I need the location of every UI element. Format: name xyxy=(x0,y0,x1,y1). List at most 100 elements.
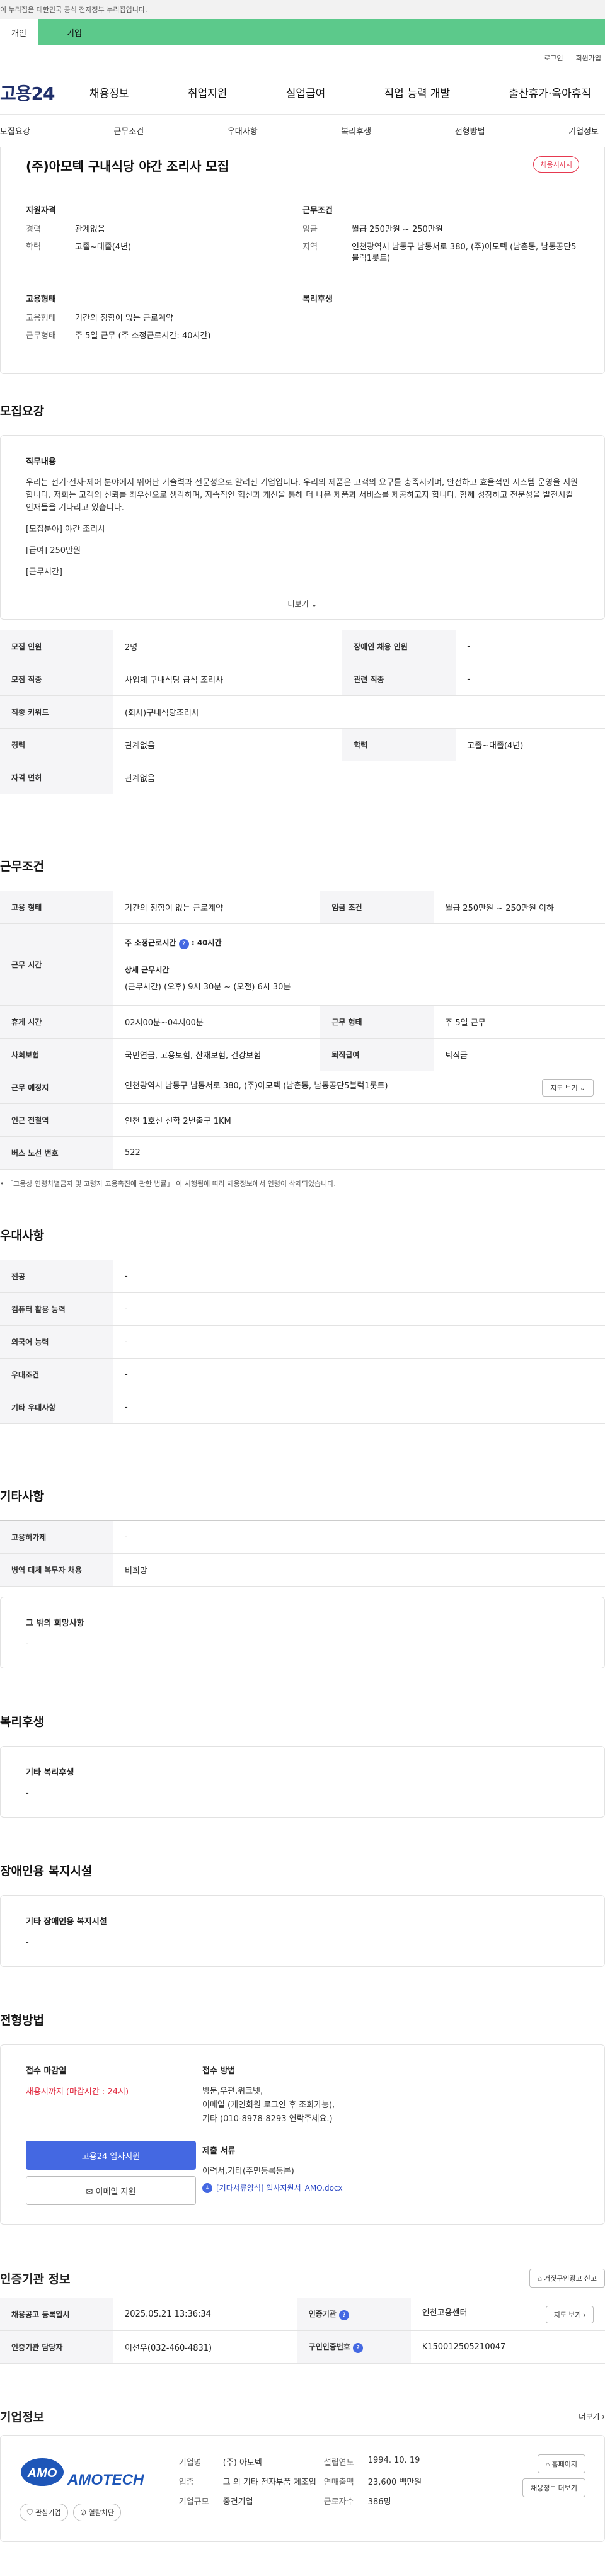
table-value: 관계없음 xyxy=(113,728,343,761)
method-line: 이메일 (개인회원 로그인 후 조회가능), xyxy=(202,2100,335,2110)
table-value: 522 xyxy=(113,1136,605,1170)
hours-week: 주 소정근로시간 ? : 40시간 xyxy=(125,937,594,949)
table-key: 컴퓨터 활용 능력 xyxy=(0,1292,113,1326)
gnb-item-jobs[interactable]: 채용정보 xyxy=(76,84,143,100)
mail-icon: ✉ xyxy=(86,2187,93,2197)
desc-paragraph: [급여] 250만원 xyxy=(26,546,81,556)
summary-row: 학력 고졸~대졸(4년) xyxy=(26,242,302,253)
docs-heading: 제출 서류 xyxy=(202,2146,236,2156)
favorite-company-button[interactable]: ♡ 관심기업 xyxy=(20,2504,68,2521)
method-heading: 접수 방법 xyxy=(202,2066,236,2076)
summary-key: 학력 xyxy=(26,242,41,252)
cert-org-cell: 인천고용센터 지도 보기 › xyxy=(410,2298,605,2331)
other-wishes-card: 그 밖의 희망사항 - xyxy=(0,1597,605,1668)
gnb-item-training[interactable]: 직업 능력 개발 xyxy=(371,84,464,100)
welfare-card: 기타 복리후생 - xyxy=(0,1746,605,1818)
job-description-card: 직무내용 우리는 전기·전자·제어 분야에서 뛰어난 기술력과 전문성으로 알려… xyxy=(0,435,605,620)
table-key: 모집 직종 xyxy=(0,663,113,696)
table-key: 자격 면허 xyxy=(0,761,113,794)
attachment-link[interactable]: ↓ [기타서류양식] 입사지원서_AMO.docx xyxy=(202,2182,579,2193)
summary-value: 고졸~대졸(4년) xyxy=(75,242,132,252)
map-button[interactable]: 지도 보기 › xyxy=(545,2305,594,2323)
map-button[interactable]: 지도 보기 ⌄ xyxy=(542,1078,594,1097)
table-value: 사업체 구내식당 급식 조리사 xyxy=(113,663,343,696)
table-key: 퇴직급여 xyxy=(320,1038,434,1071)
info-icon[interactable]: ? xyxy=(178,939,189,949)
global-nav: 고용24 채용정보 취업지원 실업급여 직업 능력 개발 출산휴가·육아휴직 xyxy=(0,71,605,115)
company-name: (주) 아모텍 xyxy=(222,2458,262,2468)
block-company-button[interactable]: ⊘ 열람차단 xyxy=(72,2504,122,2521)
login-link[interactable]: 로그인 xyxy=(544,53,563,63)
company-size: 중견기업 xyxy=(222,2497,253,2507)
table-key: 관련 직종 xyxy=(342,663,456,696)
email-apply-label: 이메일 지원 xyxy=(95,2187,136,2197)
gov-banner: 이 누리집은 대한민국 공식 전자정부 누리집입니다. xyxy=(0,0,605,19)
anchor-apply[interactable]: 전형방법 xyxy=(455,125,485,137)
gnb-item-leave[interactable]: 출산휴가·육아휴직 xyxy=(495,84,605,100)
summary-key: 임금 xyxy=(302,225,318,234)
age-note-text: 「고용상 연령차별금지 및 고령자 고용촉진에 관한 법률」 이 시행됨에 따라… xyxy=(6,1180,336,1188)
anchor-welfare[interactable]: 복리후생 xyxy=(341,125,371,137)
summary-conditions: 근무조건 임금 월급 250만원 ~ 250만원 지역 인천광역시 남동구 남동서로… xyxy=(302,203,579,271)
docs: 이력서,기타(주민등록등본) xyxy=(202,2165,579,2179)
company-key: 근로자수 xyxy=(323,2497,354,2507)
apply-button[interactable]: 고용24 입사지원 xyxy=(26,2141,196,2170)
tab-company[interactable]: 기업 xyxy=(38,19,605,45)
table-row: 전공 - xyxy=(0,1260,605,1293)
table-row: 모집 인원 2명 장애인 채용 인원 - xyxy=(0,630,605,663)
anchor-pref[interactable]: 우대사항 xyxy=(228,125,258,137)
info-icon[interactable]: ? xyxy=(339,2310,350,2320)
gnb-item-employment-support[interactable]: 취업지원 xyxy=(174,84,241,100)
recruit-table: 모집 인원 2명 장애인 채용 인원 - 모집 직종 사업체 구내식당 급식 조리사 관련… xyxy=(0,630,605,794)
signup-link[interactable]: 회원가입 xyxy=(576,53,601,63)
table-value: 퇴직금 xyxy=(434,1038,605,1071)
section-heading-disabled: 장애인용 복지시설 xyxy=(0,1864,93,1878)
table-value: - xyxy=(113,1391,605,1424)
method-line: 방문,우편,워크넷, xyxy=(202,2087,263,2096)
table-key: 근무 시간 xyxy=(0,923,113,1006)
section-heading-work: 근무조건 xyxy=(0,860,44,874)
anchor-work[interactable]: 근무조건 xyxy=(113,125,144,137)
cert-org-value: 인천고용센터 xyxy=(422,2308,468,2318)
table-value: 2명 xyxy=(113,630,343,663)
table-row: 기타 우대사항 - xyxy=(0,1391,605,1424)
table-key: 외국어 능력 xyxy=(0,1325,113,1359)
anchor-company[interactable]: 기업정보 xyxy=(568,125,599,137)
table-key: 학력 xyxy=(342,728,456,761)
table-row: 자격 면허 관계없음 xyxy=(0,761,605,794)
hours-detail-value: (근무시간) (오후) 9시 30분 ~ (오전) 6시 30분 xyxy=(125,983,291,992)
email-apply-button[interactable]: ✉ 이메일 지원 xyxy=(26,2176,196,2205)
gnb-item-unemployment[interactable]: 실업급여 xyxy=(272,84,340,100)
apply-left: 접수 마감일 채용시까지 (마감시간 : 24시) 고용24 입사지원 ✉ 이메… xyxy=(26,2064,202,2205)
table-value: 02시00분~04시00분 xyxy=(113,1005,321,1039)
tab-personal[interactable]: 개인 xyxy=(0,19,38,45)
hours-detail-heading: 상세 근무시간 xyxy=(125,966,170,974)
summary-key: 고용형태 xyxy=(26,314,56,323)
table-value: 월급 250만원 ~ 250만원 이하 xyxy=(434,891,605,924)
summary-qualification: 지원자격 경력 관계없음 학력 고졸~대졸(4년) xyxy=(26,203,302,271)
table-value: K150012505210047 xyxy=(410,2330,605,2364)
company-more-link[interactable]: 더보기 › xyxy=(579,2411,605,2422)
place-cell: 인천광역시 남동구 남동서로 380, (주)아모텍 (남촌동, 남동공단5블럭… xyxy=(113,1071,605,1104)
table-row: 휴게 시간 02시00분~04시00분 근무 형태 주 5일 근무 xyxy=(0,1005,605,1039)
table-row: 모집 직종 사업체 구내식당 급식 조리사 관련 직종 - xyxy=(0,663,605,696)
table-row: 경력 관계없음 학력 고졸~대졸(4년) xyxy=(0,728,605,761)
report-button[interactable]: ⌂ 거짓구인광고 신고 xyxy=(529,2269,605,2288)
welfare-value: - xyxy=(26,1789,29,1798)
homepage-button[interactable]: ⌂ 홈페이지 xyxy=(537,2454,585,2473)
favorite-label: 관심기업 xyxy=(35,2509,61,2517)
company-employees: 386명 xyxy=(367,2497,391,2507)
company-card: AMO AMOTECH ♡ 관심기업 ⊘ 열람차단 기업명 (주) 아모텍 설립연… xyxy=(0,2435,605,2542)
anchor-recruit[interactable]: 모집요강 xyxy=(0,125,30,137)
homepage-label: 홈페이지 xyxy=(551,2461,577,2468)
more-button[interactable]: 더보기 ⌄ xyxy=(1,588,604,619)
utility-links: 로그인 회원가입 xyxy=(0,45,605,71)
more-jobs-button[interactable]: 채용정보 더보기 xyxy=(522,2478,585,2497)
summary-value: 주 5일 근무 (주 소정근로시간: 40시간) xyxy=(75,331,211,341)
section-heading-etc: 기타사항 xyxy=(0,1490,44,1503)
info-icon[interactable]: ? xyxy=(353,2343,364,2353)
deadline-heading: 접수 마감일 xyxy=(26,2066,67,2076)
summary-heading: 복리후생 xyxy=(302,295,333,304)
site-logo[interactable]: 고용24 xyxy=(0,80,76,105)
table-row: 사회보험 국민연금, 고용보험, 산재보험, 건강보험 퇴직급여 퇴직금 xyxy=(0,1038,605,1071)
